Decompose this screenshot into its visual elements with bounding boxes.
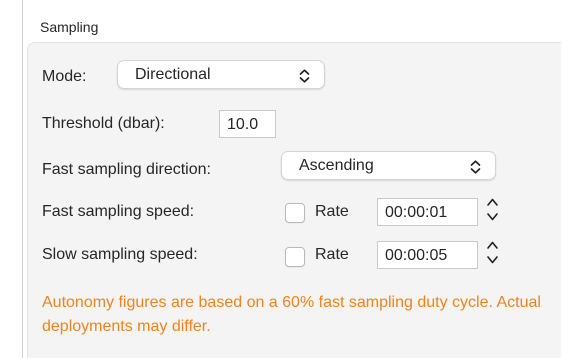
mode-label: Mode:: [42, 68, 87, 85]
mode-popup-value: Directional: [135, 66, 211, 83]
window-edge-divider: [22, 0, 23, 358]
slow-speed-time-field[interactable]: 00:00:05: [377, 241, 478, 269]
slow-speed-label: Slow sampling speed:: [42, 246, 198, 263]
fast-direction-popup[interactable]: Ascending: [281, 151, 496, 180]
slow-rate-checkbox[interactable]: [285, 247, 305, 267]
mode-popup[interactable]: Directional: [117, 60, 325, 89]
fast-speed-stepper[interactable]: [485, 195, 500, 224]
fast-direction-popup-value: Ascending: [299, 157, 374, 174]
fast-speed-time-field[interactable]: 00:00:01: [377, 198, 478, 226]
updown-chevron-icon: [470, 160, 481, 179]
sampling-group-title: Sampling: [40, 19, 99, 35]
threshold-label: Threshold (dbar):: [42, 115, 165, 132]
fast-speed-label: Fast sampling speed:: [42, 203, 195, 220]
updown-chevron-icon: [299, 69, 310, 88]
stepper-arrows-icon: [487, 198, 498, 221]
fast-rate-checkbox[interactable]: [285, 203, 305, 223]
autonomy-note: Autonomy figures are based on a 60% fast…: [42, 294, 541, 335]
sampling-settings-pane: Sampling Mode: Directional Threshold (db…: [0, 0, 562, 358]
stepper-arrows-icon: [487, 241, 498, 264]
threshold-field[interactable]: 10.0: [219, 110, 276, 138]
fast-rate-label: Rate: [315, 203, 349, 220]
slow-rate-label: Rate: [315, 246, 349, 263]
slow-speed-stepper[interactable]: [485, 238, 500, 267]
fast-direction-label: Fast sampling direction:: [42, 161, 211, 178]
